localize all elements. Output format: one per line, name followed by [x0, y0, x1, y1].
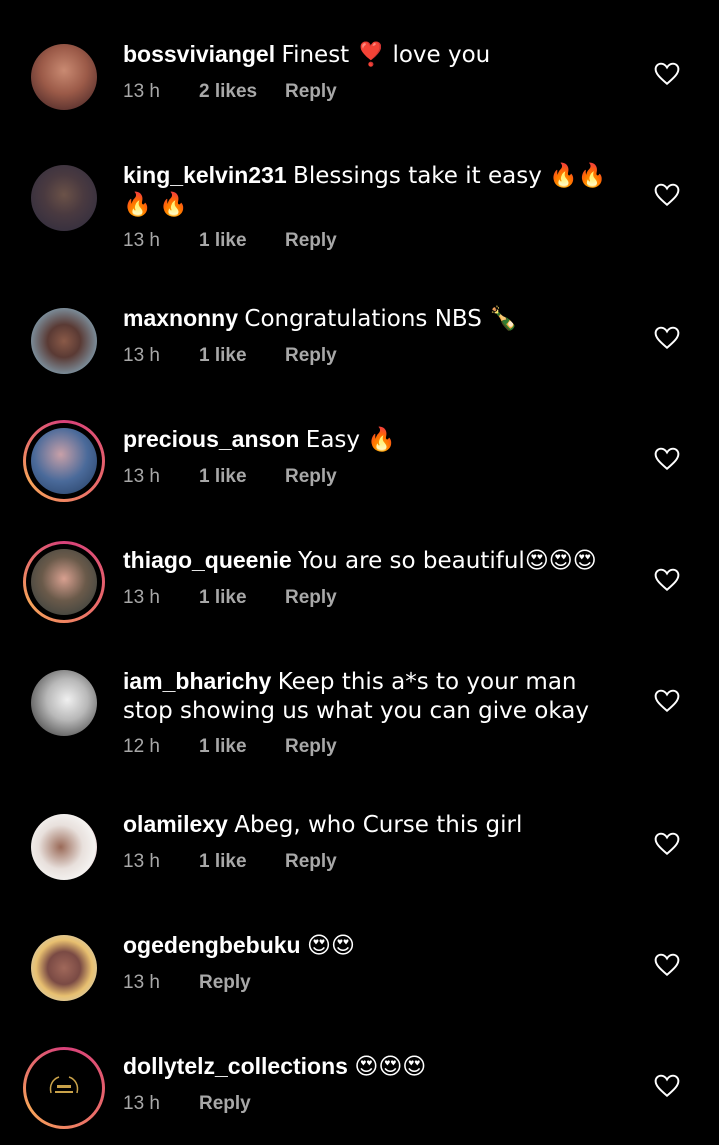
comment-time: 12 h [123, 736, 160, 757]
comment-text: iam_bharichy Keep this a*s to your man s… [123, 667, 613, 725]
comment-username[interactable]: ogedengbebuku [123, 932, 301, 958]
comment-text: precious_anson Easy 🔥 [123, 425, 613, 454]
comment-username[interactable]: thiago_queenie [123, 547, 292, 573]
comment-time: 13 h [123, 851, 160, 872]
avatar[interactable] [31, 670, 97, 736]
comment-meta: 13 h 1 like Reply [123, 850, 337, 874]
comment-username[interactable]: dollytelz_collections [123, 1053, 348, 1079]
comment-likes[interactable]: 1 like [199, 229, 285, 253]
comment-body: Easy 🔥 [305, 427, 396, 453]
comment-time: 13 h [123, 1093, 160, 1114]
brand-logo-icon [49, 1076, 79, 1094]
comment-meta: 13 h Reply [123, 971, 251, 995]
heart-outline-icon[interactable] [654, 326, 680, 350]
comment-meta: 13 h Reply [123, 1092, 251, 1116]
comment-text: maxnonny Congratulations NBS 🍾 [123, 304, 613, 333]
comment-body: 😍😍 [307, 933, 355, 959]
comment-username[interactable]: precious_anson [123, 426, 299, 452]
comment-likes[interactable]: 1 like [199, 586, 285, 610]
comment-meta: 13 h 2 likes Reply [123, 80, 337, 104]
comment-meta: 13 h 1 like Reply [123, 229, 337, 253]
comment-meta: 13 h 1 like Reply [123, 344, 337, 368]
comment-body: Abeg, who Curse this girl [234, 812, 523, 838]
comment-meta: 12 h 1 like Reply [123, 735, 337, 759]
comment-body: You are so beautiful😍😍😍 [298, 548, 597, 574]
heart-outline-icon[interactable] [654, 1074, 680, 1098]
comment-likes[interactable]: 1 like [199, 850, 285, 874]
avatar[interactable] [31, 308, 97, 374]
comment-username[interactable]: maxnonny [123, 305, 238, 331]
heart-outline-icon[interactable] [654, 832, 680, 856]
avatar[interactable] [31, 165, 97, 231]
heart-outline-icon[interactable] [654, 62, 680, 86]
reply-button[interactable]: Reply [285, 465, 337, 489]
comment-time: 13 h [123, 587, 160, 608]
reply-button[interactable]: Reply [285, 80, 337, 104]
reply-button[interactable]: Reply [199, 1092, 251, 1116]
comment-meta: 13 h 1 like Reply [123, 465, 337, 489]
comment-username[interactable]: bossviviangel [123, 41, 275, 67]
comment-meta: 13 h 1 like Reply [123, 586, 337, 610]
avatar-story-ring[interactable] [23, 1047, 105, 1129]
comment-text: king_kelvin231 Blessings take it easy 🔥🔥… [123, 161, 613, 219]
comment-likes[interactable]: 1 like [199, 735, 285, 759]
comment-text: olamilexy Abeg, who Curse this girl [123, 810, 613, 839]
comment-body: 😍😍😍 [354, 1054, 427, 1080]
comment-time: 13 h [123, 972, 160, 993]
heart-outline-icon[interactable] [654, 689, 680, 713]
avatar-story-ring[interactable] [23, 420, 105, 502]
comment-body: Finest ❣️ love you [281, 42, 491, 68]
comment-text: ogedengbebuku 😍😍 [123, 931, 613, 960]
heart-outline-icon[interactable] [654, 447, 680, 471]
comment-likes[interactable]: 2 likes [199, 80, 285, 104]
comment-username[interactable]: iam_bharichy [123, 668, 271, 694]
comment-likes[interactable]: 1 like [199, 465, 285, 489]
reply-button[interactable]: Reply [285, 735, 337, 759]
comment-text: dollytelz_collections 😍😍😍 [123, 1052, 613, 1081]
comment-username[interactable]: olamilexy [123, 811, 228, 837]
heart-outline-icon[interactable] [654, 568, 680, 592]
comment-time: 13 h [123, 345, 160, 366]
comment-body: Congratulations NBS 🍾 [244, 306, 518, 332]
comment-likes[interactable]: 1 like [199, 344, 285, 368]
avatar[interactable] [31, 814, 97, 880]
avatar[interactable] [31, 935, 97, 1001]
comment-username[interactable]: king_kelvin231 [123, 162, 287, 188]
comment-text: bossviviangel Finest ❣️ love you [123, 40, 613, 69]
reply-button[interactable]: Reply [285, 229, 337, 253]
comment-time: 13 h [123, 466, 160, 487]
comment-time: 13 h [123, 81, 160, 102]
reply-button[interactable]: Reply [199, 971, 251, 995]
reply-button[interactable]: Reply [285, 344, 337, 368]
reply-button[interactable]: Reply [285, 586, 337, 610]
heart-outline-icon[interactable] [654, 183, 680, 207]
avatar[interactable] [31, 44, 97, 110]
heart-outline-icon[interactable] [654, 953, 680, 977]
avatar-story-ring[interactable] [23, 541, 105, 623]
comment-time: 13 h [123, 230, 160, 251]
comment-text: thiago_queenie You are so beautiful😍😍😍 [123, 546, 613, 575]
reply-button[interactable]: Reply [285, 850, 337, 874]
